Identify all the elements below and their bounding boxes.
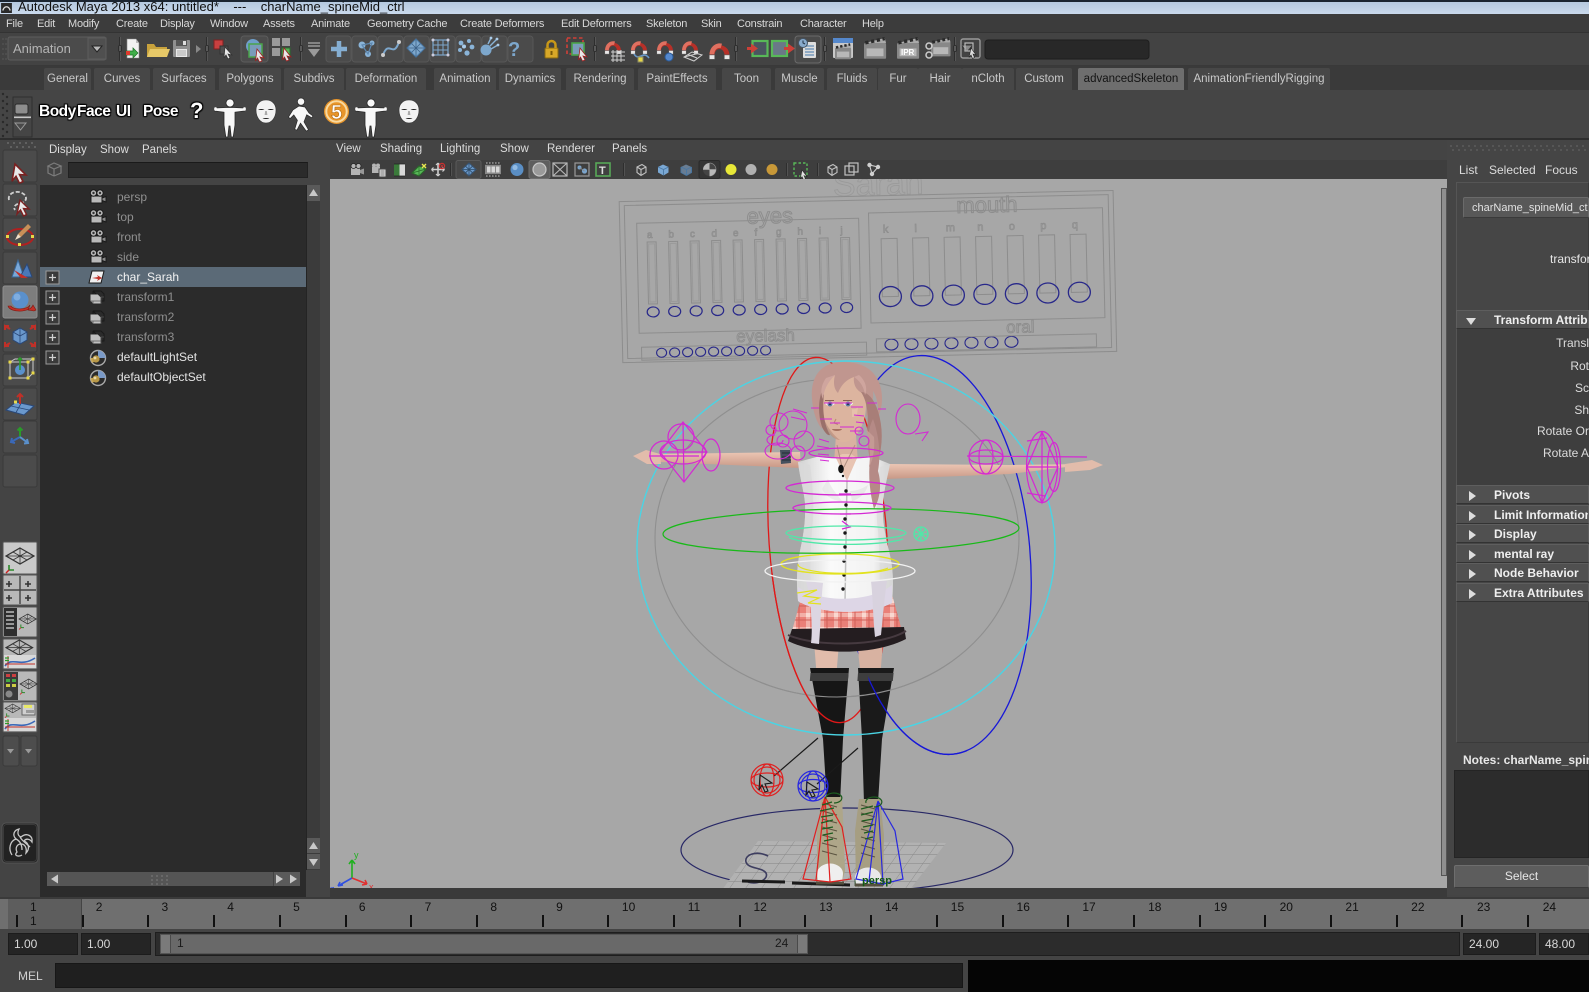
svg-text:m: m — [946, 222, 955, 234]
svg-text:eyes: eyes — [746, 203, 793, 229]
svg-text:n: n — [977, 221, 983, 233]
svg-text:x: x — [369, 882, 374, 888]
svg-text:5: 5 — [331, 102, 342, 124]
svg-text:e: e — [733, 228, 739, 239]
svg-text:oral: oral — [1006, 317, 1035, 337]
svg-text:i: i — [819, 226, 821, 237]
svg-text:c: c — [690, 229, 695, 240]
svg-text:d: d — [711, 228, 717, 239]
svg-text:g: g — [776, 227, 782, 238]
svg-text:T: T — [599, 165, 606, 177]
svg-text:k: k — [883, 224, 889, 236]
svg-text:p: p — [1040, 220, 1046, 232]
svg-text:q: q — [1072, 219, 1078, 231]
svg-text:persp: persp — [862, 875, 892, 887]
svg-text:Animation: Animation — [13, 41, 71, 56]
svg-text:j: j — [839, 226, 842, 237]
svg-text:eyelash: eyelash — [736, 326, 795, 346]
svg-text:o: o — [1009, 221, 1015, 233]
svg-text:IPR: IPR — [901, 48, 915, 57]
svg-text:b: b — [668, 229, 674, 240]
svg-text:z: z — [330, 884, 335, 888]
svg-text:y: y — [354, 850, 359, 860]
svg-text:h: h — [797, 227, 803, 238]
svg-text:mouth: mouth — [956, 192, 1018, 218]
svg-text:a: a — [647, 230, 653, 241]
svg-text:?: ? — [508, 39, 520, 61]
svg-text:f: f — [754, 228, 757, 239]
svg-text:l: l — [914, 223, 917, 235]
